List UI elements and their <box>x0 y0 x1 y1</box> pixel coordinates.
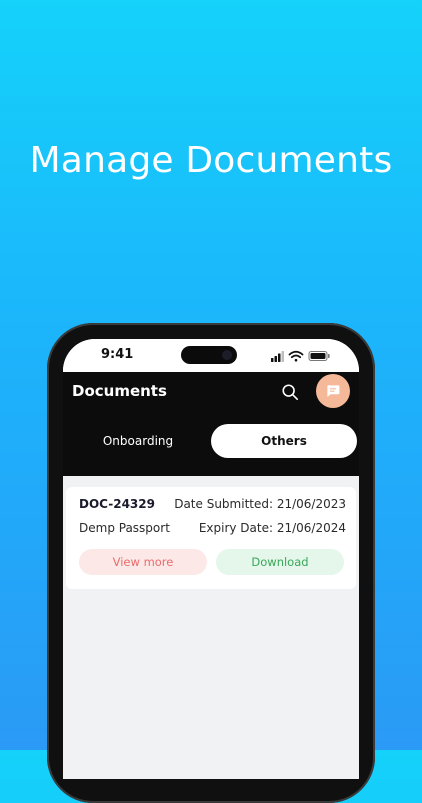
tab-others[interactable]: Others <box>211 424 357 458</box>
tab-onboarding[interactable]: Onboarding <box>79 424 197 458</box>
document-card: DOC-24329 Date Submitted: 21/06/2023 Dem… <box>66 487 356 589</box>
wifi-icon <box>288 350 304 362</box>
promo-headline: Manage Documents <box>29 140 393 181</box>
camera-lens-icon <box>222 350 232 360</box>
status-icons <box>271 350 330 362</box>
page-title: Documents <box>72 382 167 400</box>
phone-screen: 9:41 Documents Onboarding Others DOC-243… <box>63 339 359 779</box>
app-header: Documents Onboarding Others <box>63 372 359 476</box>
document-name: Demp Passport <box>79 521 170 535</box>
search-icon <box>282 384 299 401</box>
signal-icon <box>271 351 284 362</box>
dynamic-island <box>181 346 237 364</box>
document-expiry-date: Expiry Date: 21/06/2024 <box>198 521 346 535</box>
search-button[interactable] <box>277 379 303 405</box>
battery-icon <box>308 351 330 361</box>
status-bar: 9:41 <box>63 339 359 372</box>
document-tabs: Onboarding Others <box>63 424 359 460</box>
document-date-submitted: Date Submitted: 21/06/2023 <box>174 497 346 511</box>
chat-icon <box>327 385 340 397</box>
view-more-button[interactable]: View more <box>79 549 207 575</box>
chat-button[interactable] <box>316 374 350 408</box>
status-time: 9:41 <box>101 347 134 362</box>
document-id: DOC-24329 <box>79 497 155 511</box>
download-button[interactable]: Download <box>216 549 344 575</box>
